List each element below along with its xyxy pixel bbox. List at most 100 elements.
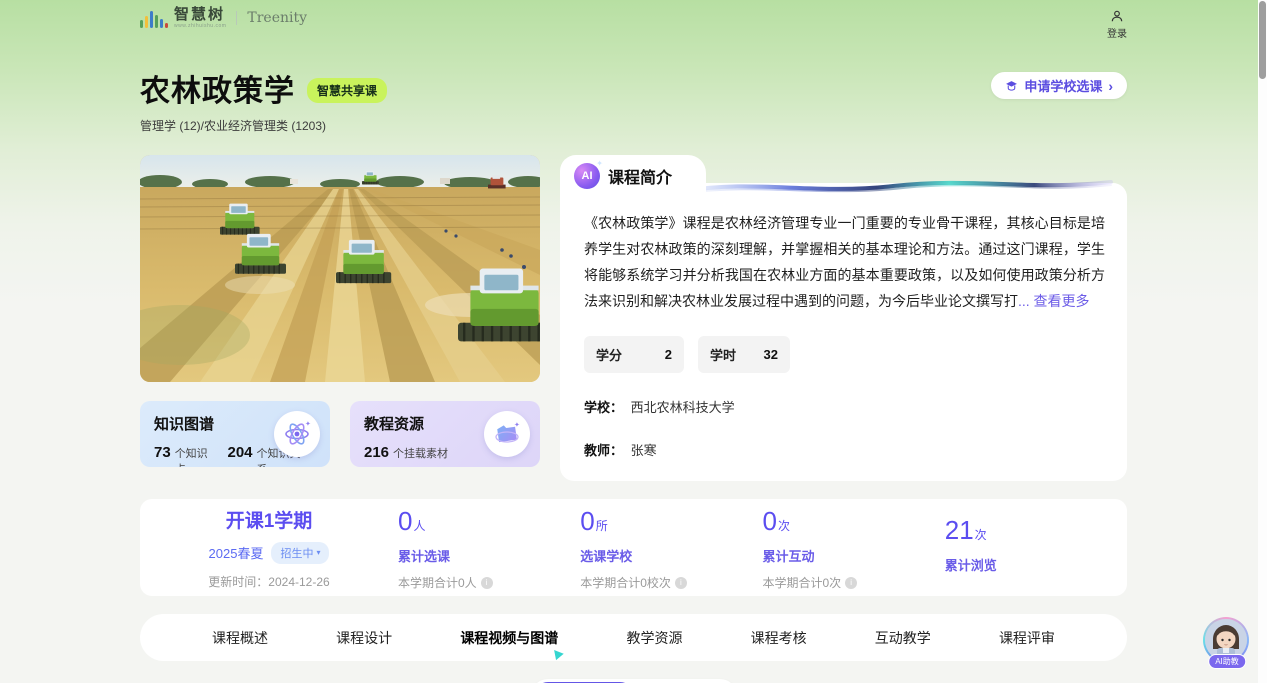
brand-name: 智慧树 <box>174 7 226 22</box>
caret-down-icon: ▾ <box>316 548 320 557</box>
tab-course-design[interactable]: 课程设计 <box>336 628 392 648</box>
schools-unit: 所 <box>596 519 608 533</box>
semester-count: 1 <box>264 511 275 532</box>
hours-label: 学时 <box>710 345 736 364</box>
enrolled-label[interactable]: 累计选课 <box>398 546 580 565</box>
knowledge-point-unit: 个知识点 <box>175 445 218 467</box>
chevron-right-icon: › <box>1108 78 1113 94</box>
course-description: 《农林政策学》课程是农林经济管理专业一门重要的专业骨干课程，其核心目标是培养学生… <box>584 210 1105 314</box>
school-value: 西北农林科技大学 <box>631 400 735 415</box>
scrollbar-thumb[interactable] <box>1259 1 1266 79</box>
tab-course-assessment[interactable]: 课程考核 <box>751 628 807 648</box>
tab-course-overview[interactable]: 课程概述 <box>212 628 268 648</box>
knowledge-relation-count: 204 <box>227 444 252 461</box>
see-more-link[interactable]: ... 查看更多 <box>1018 293 1090 309</box>
logo-bars-icon <box>140 8 168 28</box>
interactions-value: 0 <box>763 506 777 536</box>
page-scrollbar[interactable] <box>1258 0 1267 683</box>
enrolled-sub: 本学期合计0人 <box>398 574 477 591</box>
info-icon[interactable]: i <box>675 577 687 589</box>
course-intro-card: 《农林政策学》课程是农林经济管理专业一门重要的专业骨干课程，其核心目标是培养学生… <box>560 183 1127 481</box>
material-unit: 个挂载素材 <box>393 445 448 461</box>
knowledge-graph-card[interactable]: 知识图谱 73 个知识点 204 个知识关系 <box>140 401 330 467</box>
ai-assistant-button[interactable]: AI助教 <box>1203 617 1251 669</box>
apply-school-course-button[interactable]: 申请学校选课 › <box>991 72 1127 99</box>
hours-pill: 学时 32 <box>698 336 790 373</box>
top-header: 智慧树 www.zhihuishu.com Treenity 登录 <box>140 0 1127 40</box>
course-page: 智慧树 www.zhihuishu.com Treenity 登录 农林政策学 … <box>0 0 1267 683</box>
atom-icon: ✦ <box>274 411 320 457</box>
school-cap-icon <box>1005 79 1018 92</box>
tab-label: 课程视频与图谱 <box>460 630 558 646</box>
share-course-badge: 智慧共享课 <box>307 78 387 103</box>
views-unit: 次 <box>975 528 987 542</box>
interactions-sub: 本学期合计0次 <box>763 574 842 591</box>
svg-text:✦: ✦ <box>305 420 311 428</box>
views-label[interactable]: 累计浏览 <box>945 555 1127 574</box>
teacher-label: 教师： <box>584 443 623 458</box>
stat-interactions: 0次 累计互动 本学期合计0次i <box>763 504 945 591</box>
hours-value: 32 <box>764 347 778 362</box>
term-link[interactable]: 2025春夏 <box>209 543 264 562</box>
folder-icon: ✦ <box>484 411 530 457</box>
teacher-value: 张寒 <box>631 443 657 458</box>
tab-label: 教学资源 <box>626 630 682 646</box>
semester-title: 开课1学期 <box>226 506 313 533</box>
tab-label: 课程考核 <box>751 630 807 646</box>
page-title: 农林政策学 <box>140 66 295 110</box>
login-label: 登录 <box>1107 25 1127 40</box>
knowledge-point-count: 73 <box>154 444 171 461</box>
schools-value: 0 <box>580 506 594 536</box>
material-count: 216 <box>364 444 389 461</box>
stat-views: 21次 累计浏览 <box>945 513 1127 583</box>
breadcrumb: 管理学 (12)/农业经济管理类 (1203) <box>140 117 1127 134</box>
teacher-row: 教师： 张寒 <box>584 440 1105 459</box>
semester-prefix: 开课 <box>226 511 264 532</box>
tab-course-review[interactable]: 课程评审 <box>999 628 1055 648</box>
user-icon <box>1110 9 1124 23</box>
brand-suffix: Treenity <box>247 10 307 26</box>
stat-schools: 0所 选课学校 本学期合计0校次 i <box>580 504 762 591</box>
info-icon[interactable]: i <box>845 577 857 589</box>
credit-value: 2 <box>665 347 672 362</box>
interactions-unit: 次 <box>778 519 790 533</box>
tab-label: 课程概述 <box>212 630 268 646</box>
school-row: 学校： 西北农林科技大学 <box>584 397 1105 416</box>
active-tab-indicator <box>551 646 564 659</box>
enrolling-label: 招生中 <box>280 545 313 561</box>
zhihuishu-logo[interactable]: 智慧树 www.zhihuishu.com Treenity <box>140 7 307 29</box>
course-intro-header: AI 课程简介 <box>560 155 706 197</box>
info-icon[interactable]: i <box>481 577 493 589</box>
tab-teaching-resources[interactable]: 教学资源 <box>626 628 682 648</box>
enrolling-badge[interactable]: 招生中 ▾ <box>271 542 329 564</box>
school-label: 学校： <box>584 400 623 415</box>
enrolled-unit: 人 <box>413 519 425 533</box>
enrolled-value: 0 <box>398 506 412 536</box>
views-value: 21 <box>945 515 974 545</box>
brand-divider <box>236 11 237 25</box>
video-graph-toggle: 课程视频 课程图谱 <box>531 679 737 683</box>
stat-enrolled: 0人 累计选课 本学期合计0人 i <box>398 504 580 591</box>
brand-url: www.zhihuishu.com <box>174 24 226 29</box>
schools-sub: 本学期合计0校次 <box>580 574 671 591</box>
tab-interactive-teaching[interactable]: 互动教学 <box>875 628 931 648</box>
credit-label: 学分 <box>596 345 622 364</box>
course-intro-title: 课程简介 <box>608 164 672 188</box>
tab-course-video-graph[interactable]: 课程视频与图谱 <box>460 628 558 648</box>
login-button[interactable]: 登录 <box>1107 9 1127 40</box>
tab-label: 课程设计 <box>336 630 392 646</box>
ai-badge-icon: AI <box>574 163 600 189</box>
stats-card: 开课1学期 2025春夏 招生中 ▾ 更新时间：2024-12-26 0人 累计… <box>140 499 1127 596</box>
schools-label[interactable]: 选课学校 <box>580 546 762 565</box>
apply-button-label: 申请学校选课 <box>1024 76 1102 95</box>
title-row: 农林政策学 智慧共享课 申请学校选课 › <box>140 66 1127 110</box>
svg-text:✦: ✦ <box>514 421 520 429</box>
credit-pill: 学分 2 <box>584 336 684 373</box>
semester-suffix: 学期 <box>274 511 312 532</box>
tab-label: 课程评审 <box>999 630 1055 646</box>
interactions-label[interactable]: 累计互动 <box>763 546 945 565</box>
course-cover-image <box>140 155 540 382</box>
tutorial-resources-card[interactable]: 教程资源 216 个挂载素材 <box>350 401 540 467</box>
assistant-label: AI助教 <box>1208 654 1246 669</box>
course-tabbar: 课程概述 课程设计 课程视频与图谱 教学资源 课程考核 互动教学 课程评审 <box>140 614 1127 661</box>
